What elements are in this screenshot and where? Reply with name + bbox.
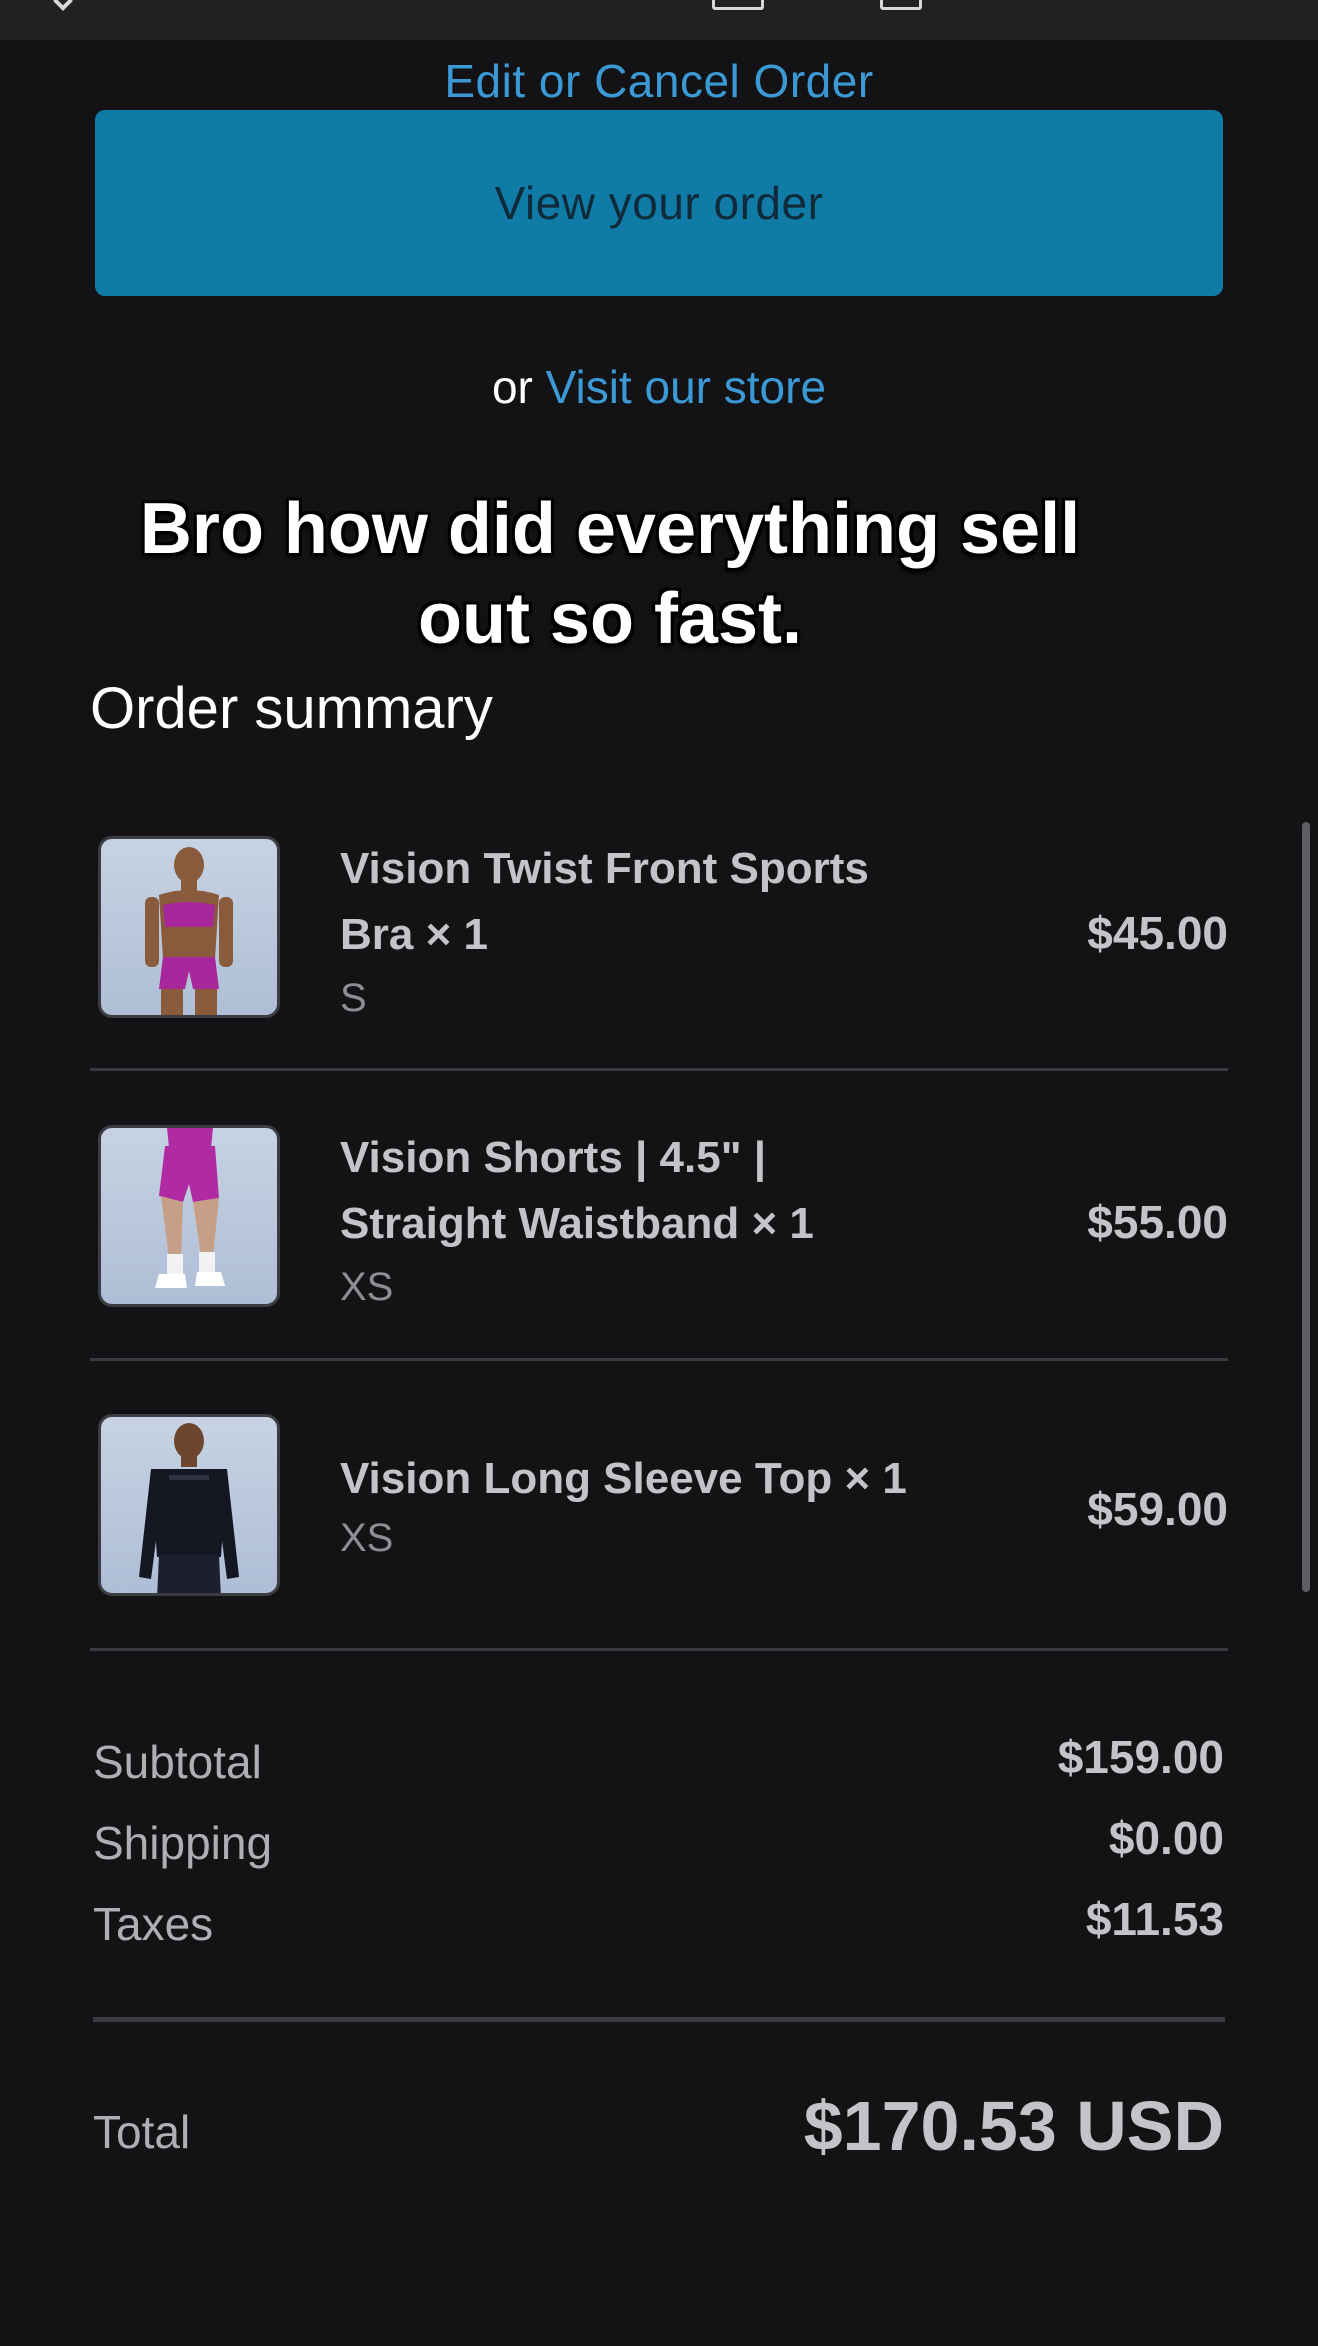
back-chevron-icon[interactable]	[53, 0, 73, 11]
item-variant: XS	[340, 1516, 394, 1560]
order-summary-title: Order summary	[90, 676, 493, 741]
total-value: $170.53 USD	[803, 2087, 1224, 2165]
item-variant: S	[340, 976, 367, 1020]
or-text: or	[491, 361, 533, 413]
scrollbar[interactable]	[1302, 822, 1310, 1592]
item-divider	[90, 1358, 1228, 1361]
item-name-line1: Vision Long Sleeve Top × 1	[340, 1454, 907, 1503]
overlay-caption: Bro how did everything sell out so fast.	[139, 489, 1081, 659]
item-name-line1: Vision Shorts | 4.5" |	[340, 1133, 767, 1182]
item-price: $45.00	[1087, 907, 1228, 959]
shipping-value: $0.00	[1108, 1812, 1224, 1864]
total-label: Total	[93, 2106, 191, 2158]
visit-store-link[interactable]: Visit our store	[546, 361, 826, 413]
subtotal-value: $159.00	[1057, 1731, 1224, 1783]
item-divider	[90, 1068, 1228, 1071]
total-divider	[93, 2017, 1225, 2022]
tab-icon[interactable]	[712, 0, 764, 10]
store-line: or Visit our store	[0, 360, 1318, 414]
item-variant: XS	[340, 1265, 394, 1309]
subtotal-label: Subtotal	[93, 1736, 262, 1788]
order-item: Vision Shorts | 4.5" | Straight Waistban…	[90, 1125, 1228, 1315]
item-name-line2: Bra × 1	[340, 910, 488, 959]
edit-cancel-order-link[interactable]: Edit or Cancel Order	[0, 54, 1318, 108]
item-divider	[90, 1648, 1228, 1651]
product-thumbnail	[98, 1125, 280, 1307]
order-item: Vision Long Sleeve Top × 1 XS $59.00	[90, 1414, 1228, 1604]
item-price: $55.00	[1087, 1196, 1228, 1248]
taxes-value: $11.53	[1085, 1893, 1224, 1945]
taxes-label: Taxes	[93, 1898, 214, 1950]
top-toolbar	[0, 0, 1318, 40]
item-name-line2: Straight Waistband × 1	[340, 1199, 814, 1248]
product-model-image	[145, 847, 233, 1015]
share-icon[interactable]	[880, 0, 922, 10]
item-price: $59.00	[1087, 1483, 1228, 1535]
shipping-label: Shipping	[93, 1817, 273, 1869]
product-model-image	[139, 1423, 239, 1593]
product-thumbnail	[98, 1414, 280, 1596]
product-thumbnail	[98, 836, 280, 1018]
order-item: Vision Twist Front Sports Bra × 1 S $45.…	[90, 836, 1228, 1026]
product-model-image	[155, 1128, 225, 1288]
item-name-line1: Vision Twist Front Sports	[340, 844, 869, 893]
view-order-button[interactable]: View your order	[95, 110, 1223, 296]
